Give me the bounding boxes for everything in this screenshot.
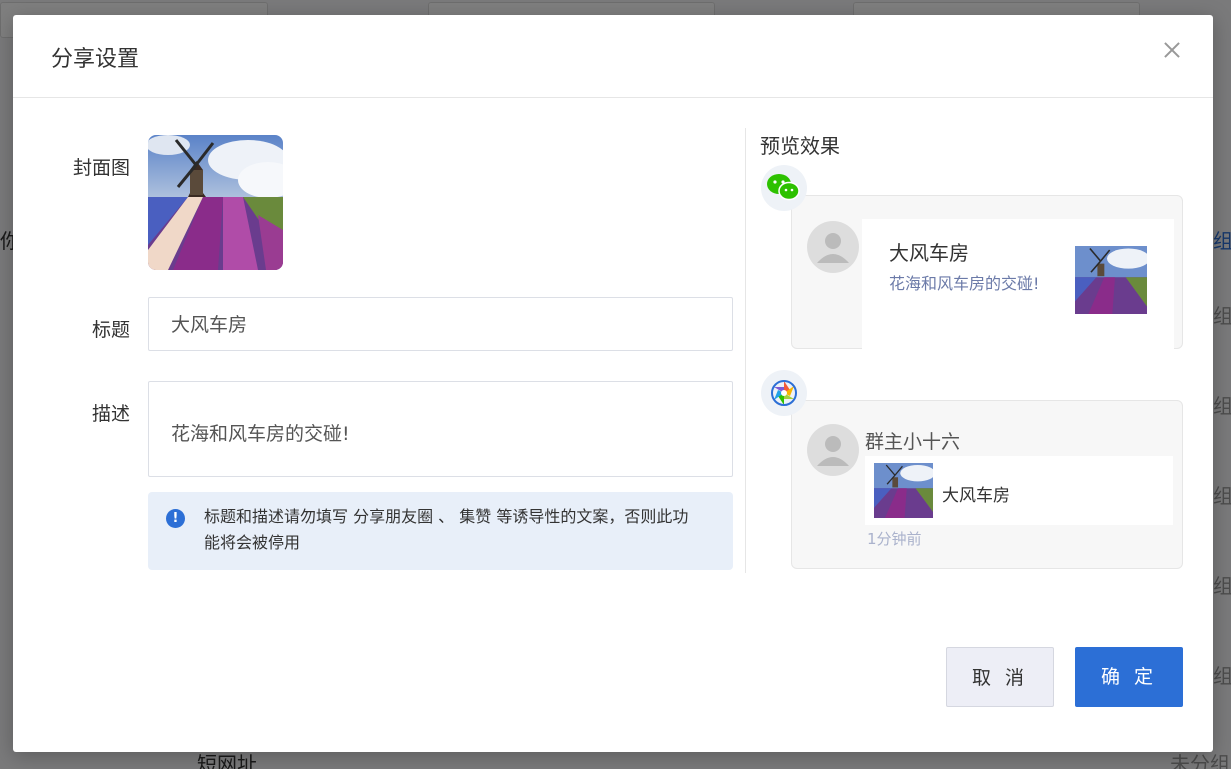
wechat-card-thumbnail <box>1075 246 1147 314</box>
tip-text: 标题和描述请勿填写 分享朋友圈 、 集赞 等诱导性的文案，否则此功能将会被停用 <box>204 507 689 552</box>
title-input-value: 大风车房 <box>171 314 248 336</box>
dialog-title: 分享设置 <box>51 47 140 72</box>
share-settings-dialog: 分享设置 封面图 标题 大风车房 描述 花海和风车房的交碰! ! 标题和描述请勿… <box>13 15 1213 752</box>
user-icon <box>817 233 849 263</box>
wechat-icon <box>761 165 807 211</box>
avatar <box>807 424 859 476</box>
cover-image[interactable] <box>148 135 283 270</box>
title-label: 标题 <box>91 319 130 341</box>
moments-logo <box>771 380 797 406</box>
description-textarea[interactable]: 花海和风车房的交碰! <box>148 381 733 477</box>
moments-link-thumbnail <box>874 463 933 518</box>
avatar <box>807 221 859 273</box>
info-icon: ! <box>166 509 185 528</box>
wechat-card-desc: 花海和风车房的交碰! <box>889 274 1040 293</box>
moments-link-title: 大风车房 <box>942 486 1010 506</box>
moments-time: 1分钟前 <box>867 530 922 548</box>
windmill-image <box>874 463 933 518</box>
moments-preview-card: 群主小十六 大风车房 1分钟前 <box>791 400 1183 569</box>
vertical-divider <box>745 128 746 573</box>
wechat-preview-card: 大风车房 花海和风车房的交碰! <box>791 195 1183 350</box>
moments-user-name: 群主小十六 <box>865 431 961 453</box>
description-value: 花海和风车房的交碰! <box>171 423 350 445</box>
cover-label: 封面图 <box>72 157 130 179</box>
dialog-header: 分享设置 <box>13 15 1213 98</box>
user-icon <box>817 436 849 466</box>
close-icon[interactable] <box>1161 39 1183 61</box>
moments-icon <box>761 370 807 416</box>
description-label: 描述 <box>91 403 130 425</box>
windmill-image <box>148 135 283 270</box>
cancel-button[interactable]: 取 消 <box>946 647 1054 707</box>
title-input[interactable]: 大风车房 <box>148 297 733 351</box>
windmill-image <box>1075 246 1147 314</box>
wechat-logo <box>767 174 800 201</box>
confirm-button[interactable]: 确 定 <box>1075 647 1183 707</box>
wechat-card-title: 大风车房 <box>889 241 969 265</box>
preview-title: 预览效果 <box>760 134 840 158</box>
moments-link-bubble: 大风车房 <box>865 456 1173 525</box>
wechat-message-bubble: 大风车房 花海和风车房的交碰! <box>862 219 1174 350</box>
warning-tip: ! 标题和描述请勿填写 分享朋友圈 、 集赞 等诱导性的文案，否则此功能将会被停… <box>148 492 733 570</box>
